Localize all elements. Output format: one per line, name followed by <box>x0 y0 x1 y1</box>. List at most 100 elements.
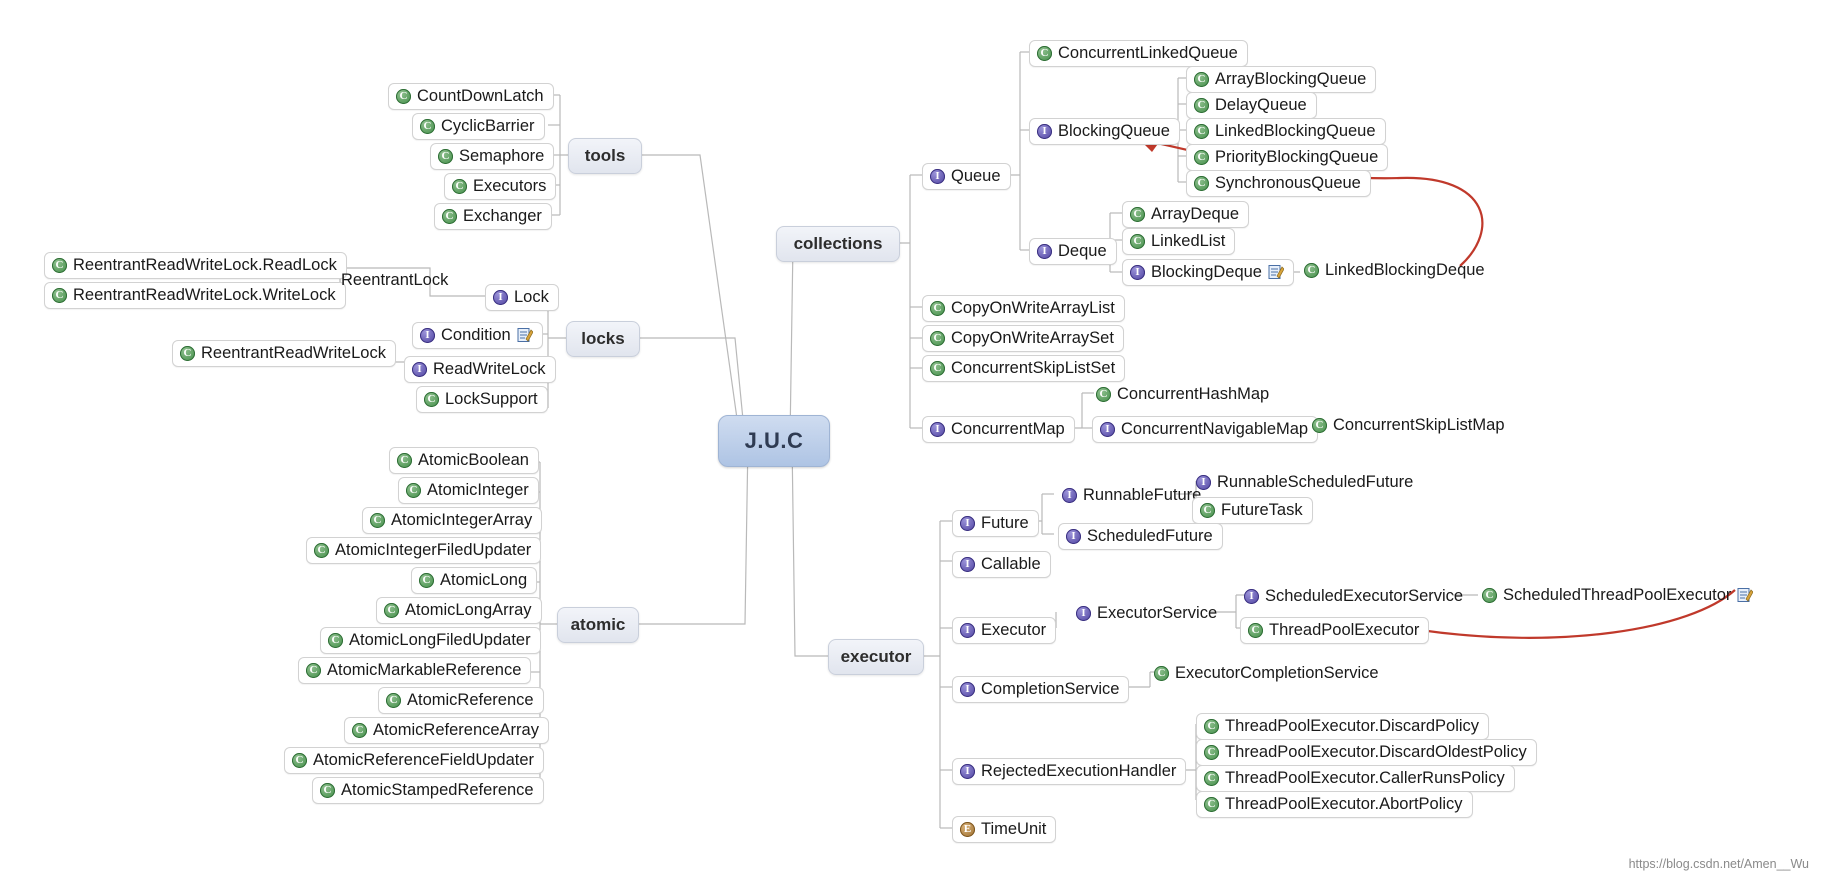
node-completionservice[interactable]: I CompletionService <box>952 676 1130 703</box>
node-threadpoolexecutor-discardpolicy[interactable]: C ThreadPoolExecutor.DiscardPolicy <box>1196 713 1490 740</box>
node-scheduledexecutorservice[interactable]: I ScheduledExecutorService <box>1240 584 1467 608</box>
node-label: ReentrantReadWriteLock.WriteLock <box>73 286 336 304</box>
node-concurrentnavigablemap[interactable]: I ConcurrentNavigableMap <box>1092 416 1319 443</box>
node-atomiclong[interactable]: C AtomicLong <box>411 567 538 594</box>
node-readwritelock[interactable]: I ReadWriteLock <box>404 356 556 383</box>
node-executors[interactable]: C Executors <box>444 173 557 200</box>
node-atomicreferencearray[interactable]: C AtomicReferenceArray <box>344 717 549 744</box>
node-copyonwritearraylist[interactable]: C CopyOnWriteArrayList <box>922 295 1125 322</box>
node-label: BlockingQueue <box>1058 122 1170 140</box>
node-threadpoolexecutor[interactable]: C ThreadPoolExecutor <box>1240 617 1430 644</box>
node-future[interactable]: I Future <box>952 510 1039 537</box>
node-reentrantreadwritelock-writelock[interactable]: C ReentrantReadWriteLock.WriteLock <box>44 282 346 309</box>
node-atomiclongarray[interactable]: C AtomicLongArray <box>376 597 542 624</box>
branch-collections[interactable]: collections <box>776 226 900 262</box>
node-scheduledthreadpoolexecutor[interactable]: C ScheduledThreadPoolExecutor <box>1478 583 1757 607</box>
node-label: Semaphore <box>459 147 545 165</box>
node-concurrenthashmap[interactable]: C ConcurrentHashMap <box>1092 382 1273 406</box>
branch-tools[interactable]: tools <box>568 138 642 174</box>
branch-label: collections <box>793 234 883 253</box>
node-priorityblockingqueue[interactable]: C PriorityBlockingQueue <box>1186 144 1389 171</box>
node-semaphore[interactable]: C Semaphore <box>430 143 555 170</box>
node-runnablefuture[interactable]: I RunnableFuture <box>1058 483 1205 507</box>
node-futuretask[interactable]: C FutureTask <box>1192 497 1313 524</box>
interface-icon: I <box>1037 123 1052 139</box>
node-queue[interactable]: I Queue <box>922 163 1011 190</box>
node-concurrentskiplistmap[interactable]: C ConcurrentSkipListMap <box>1308 413 1509 437</box>
node-threadpoolexecutor-discardoldestpolicy[interactable]: C ThreadPoolExecutor.DiscardOldestPolicy <box>1196 739 1537 766</box>
node-callable[interactable]: I Callable <box>952 551 1051 578</box>
node-delayqueue[interactable]: C DelayQueue <box>1186 92 1317 119</box>
node-atomicstampedreference[interactable]: C AtomicStampedReference <box>312 777 544 804</box>
connector-lines <box>330 51 1736 829</box>
node-threadpoolexecutor-callerrunspolicy[interactable]: C ThreadPoolExecutor.CallerRunsPolicy <box>1196 765 1515 792</box>
node-label: LockSupport <box>445 390 538 408</box>
node-synchronousqueue[interactable]: C SynchronousQueue <box>1186 170 1371 197</box>
node-concurrentskiplistset[interactable]: C ConcurrentSkipListSet <box>922 355 1126 382</box>
node-reentrantreadwritelock-readlock[interactable]: C ReentrantReadWriteLock.ReadLock <box>44 252 347 279</box>
node-deque[interactable]: I Deque <box>1029 238 1117 265</box>
class-icon: C <box>52 287 67 303</box>
node-linkedblockingdeque[interactable]: C LinkedBlockingDeque <box>1300 258 1489 282</box>
node-atomicintegerfiledupdater[interactable]: C AtomicIntegerFiledUpdater <box>306 537 542 564</box>
branch-locks[interactable]: locks <box>566 321 640 357</box>
node-cyclicbarrier[interactable]: C CyclicBarrier <box>412 113 545 140</box>
node-executorcompletionservice[interactable]: C ExecutorCompletionService <box>1150 661 1383 685</box>
root-node-juc[interactable]: J.U.C <box>718 415 830 467</box>
class-icon: C <box>1154 665 1169 681</box>
node-atomicboolean[interactable]: C AtomicBoolean <box>389 447 539 474</box>
class-icon: C <box>386 692 401 708</box>
node-atomicreference[interactable]: C AtomicReference <box>378 687 544 714</box>
node-atomicintegerarray[interactable]: C AtomicIntegerArray <box>362 507 543 534</box>
class-icon: C <box>424 391 439 407</box>
branch-atomic[interactable]: atomic <box>557 607 639 643</box>
node-rejectedexecutionhandler[interactable]: I RejectedExecutionHandler <box>952 758 1187 785</box>
node-exchanger[interactable]: C Exchanger <box>434 203 552 230</box>
node-scheduledfuture[interactable]: I ScheduledFuture <box>1058 523 1223 550</box>
node-locksupport[interactable]: C LockSupport <box>416 386 548 413</box>
node-atomicreferencefieldupdater[interactable]: C AtomicReferenceFieldUpdater <box>284 747 545 774</box>
node-linkedblockingqueue[interactable]: C LinkedBlockingQueue <box>1186 118 1386 145</box>
class-icon: C <box>1312 417 1327 433</box>
node-condition[interactable]: I Condition <box>412 322 543 349</box>
node-executorservice[interactable]: I ExecutorService <box>1072 601 1221 625</box>
interface-icon: I <box>960 681 975 697</box>
interface-icon: I <box>1244 588 1259 604</box>
node-countdownlatch[interactable]: C CountDownLatch <box>388 83 554 110</box>
node-copyonwritearrayset[interactable]: C CopyOnWriteArraySet <box>922 325 1124 352</box>
node-runnablescheduledfuture[interactable]: I RunnableScheduledFuture <box>1192 470 1417 494</box>
interface-icon: I <box>1062 487 1077 503</box>
node-arraydeque[interactable]: C ArrayDeque <box>1122 201 1250 228</box>
node-executor[interactable]: I Executor <box>952 617 1057 644</box>
node-blockingdeque[interactable]: I BlockingDeque <box>1122 259 1294 286</box>
class-icon: C <box>420 118 435 134</box>
node-lock[interactable]: I Lock <box>485 284 559 311</box>
interface-icon: I <box>1100 421 1115 437</box>
branch-label: locks <box>581 329 625 348</box>
node-blockingqueue[interactable]: I BlockingQueue <box>1029 118 1180 145</box>
class-icon: C <box>1204 770 1219 786</box>
node-reentrantlock[interactable]: ReentrantLock <box>337 268 452 292</box>
interface-icon: I <box>1196 474 1211 490</box>
note-icon[interactable] <box>1737 587 1754 603</box>
node-linkedlist[interactable]: C LinkedList <box>1122 228 1236 255</box>
watermark: https://blog.csdn.net/Amen__Wu <box>1628 857 1809 871</box>
node-concurrentlinkedqueue[interactable]: C ConcurrentLinkedQueue <box>1029 40 1248 67</box>
node-atomicmarkablereference[interactable]: C AtomicMarkableReference <box>298 657 532 684</box>
node-reentrantreadwritelock[interactable]: C ReentrantReadWriteLock <box>172 340 396 367</box>
note-icon[interactable] <box>517 327 534 343</box>
node-threadpoolexecutor-abortpolicy[interactable]: C ThreadPoolExecutor.AbortPolicy <box>1196 791 1473 818</box>
class-icon: C <box>320 782 335 798</box>
root-label: J.U.C <box>744 428 804 453</box>
node-arrayblockingqueue[interactable]: C ArrayBlockingQueue <box>1186 66 1377 93</box>
class-icon: C <box>930 330 945 346</box>
node-timeunit[interactable]: E TimeUnit <box>952 816 1057 843</box>
node-atomicinteger[interactable]: C AtomicInteger <box>398 477 539 504</box>
node-label: ReentrantReadWriteLock <box>201 344 386 362</box>
branch-executor[interactable]: executor <box>828 639 924 675</box>
node-label: RunnableFuture <box>1083 486 1202 504</box>
node-atomiclongfiledupdater[interactable]: C AtomicLongFiledUpdater <box>320 627 541 654</box>
class-icon: C <box>1204 744 1219 760</box>
node-concurrentmap[interactable]: I ConcurrentMap <box>922 416 1075 443</box>
note-icon[interactable] <box>1268 264 1285 280</box>
